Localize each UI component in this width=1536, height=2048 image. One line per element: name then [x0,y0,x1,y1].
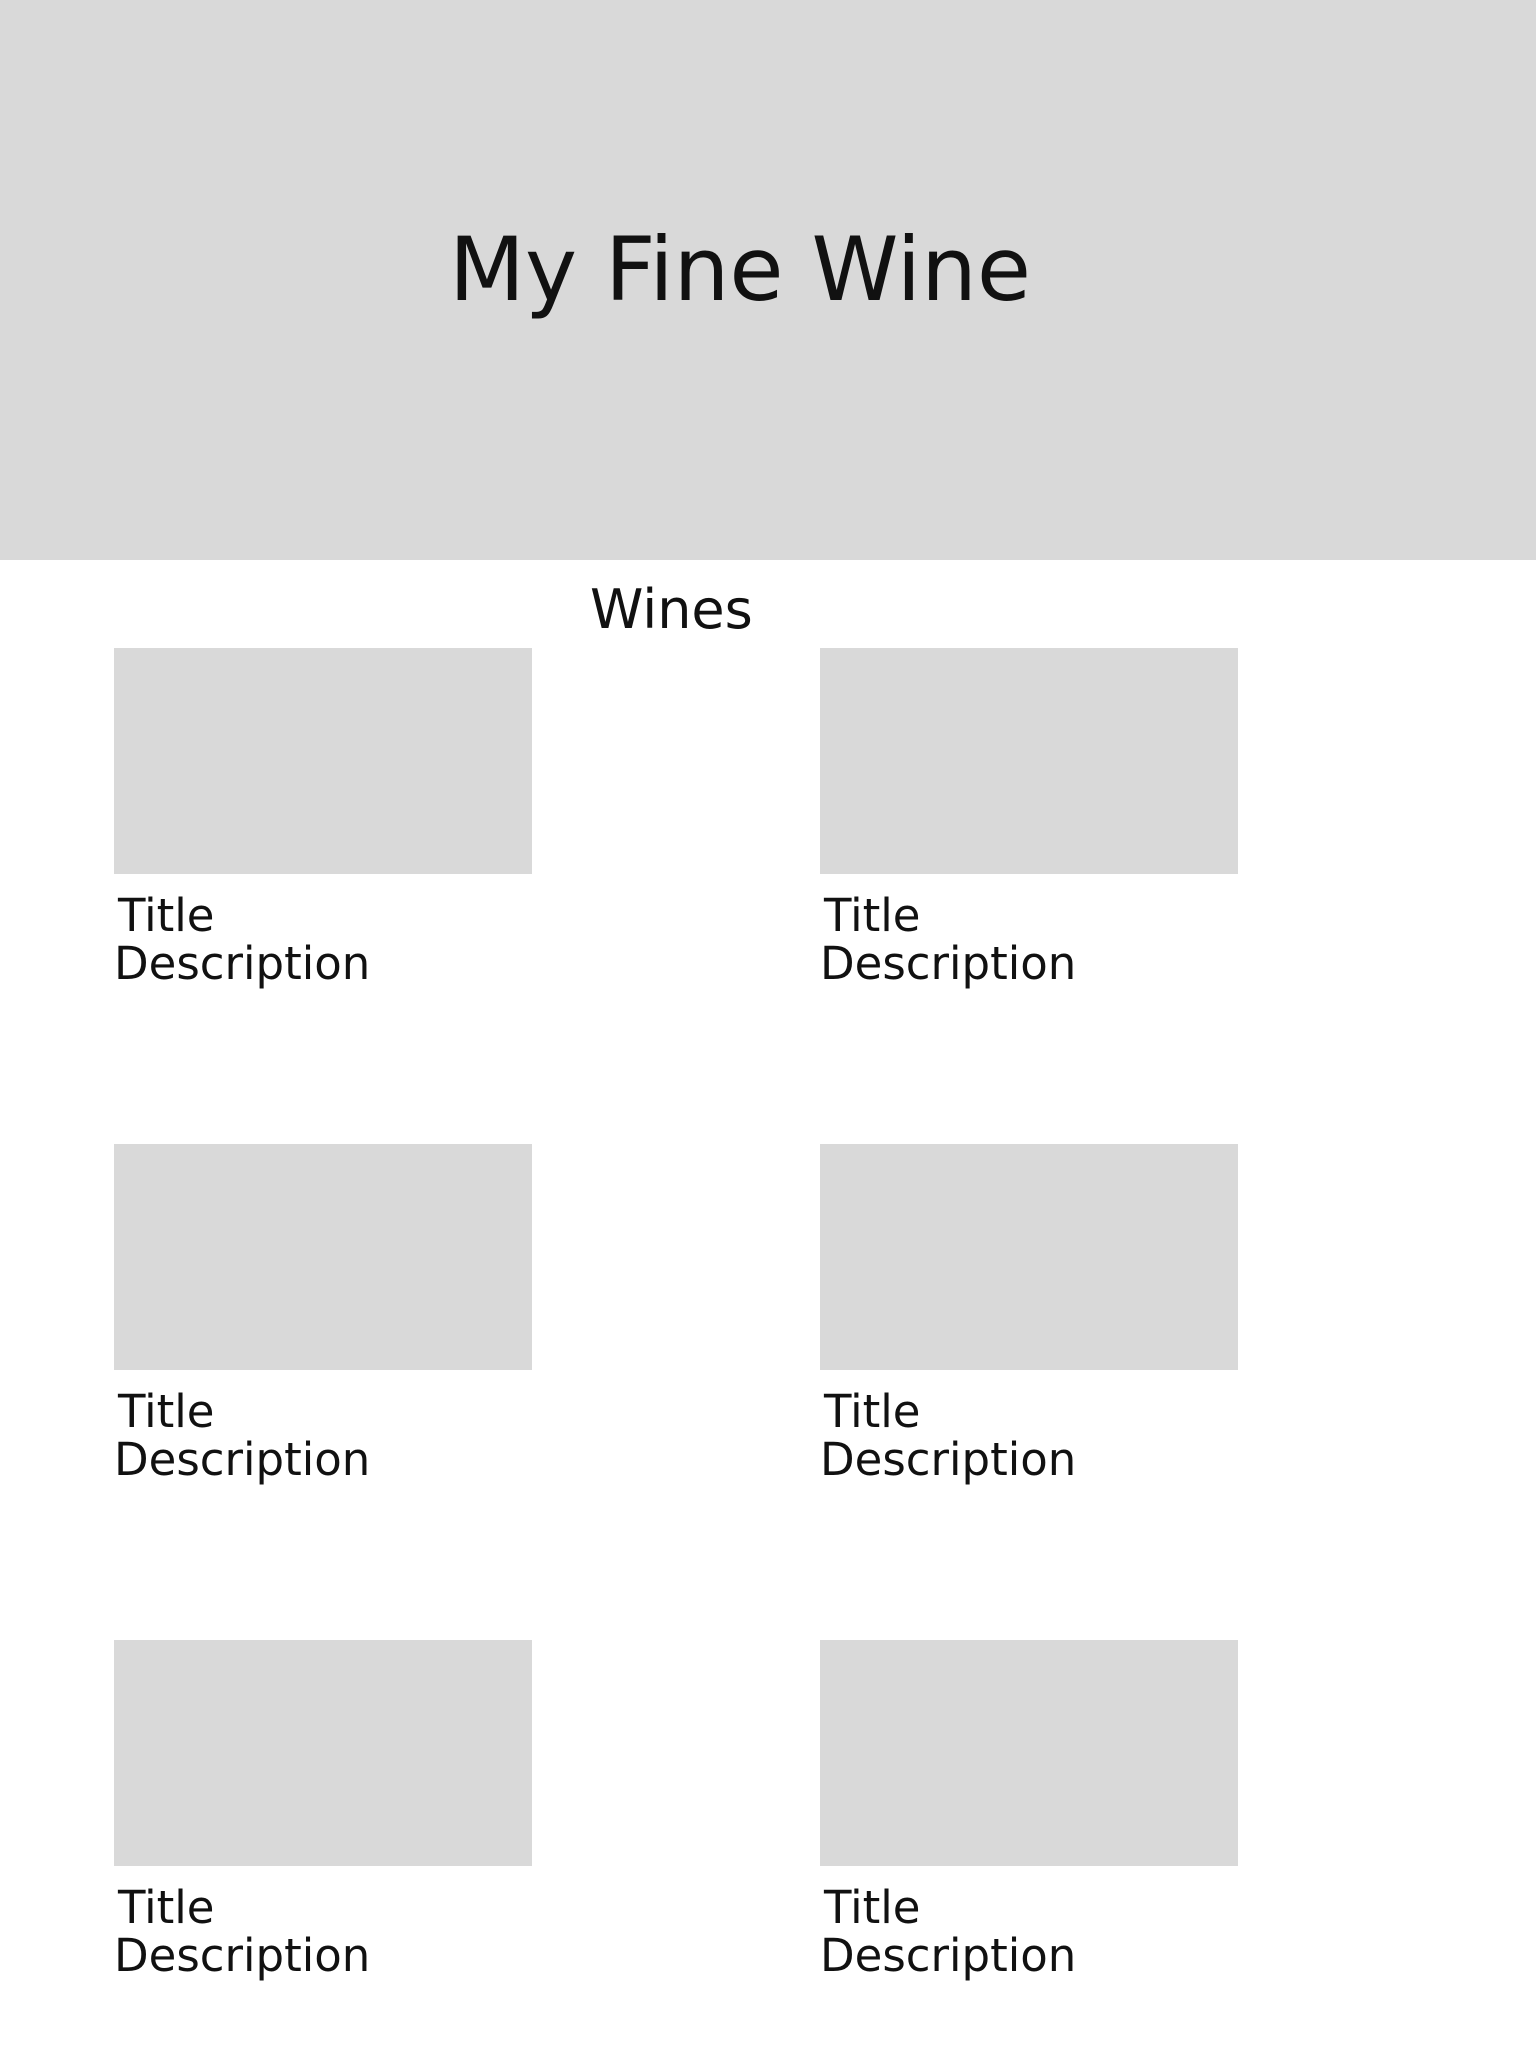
wine-title[interactable]: Title [114,1884,534,1932]
wine-title[interactable]: Title [820,1884,1240,1932]
wine-title[interactable]: Title [114,892,534,940]
wine-image-placeholder[interactable] [114,1640,532,1866]
wine-image-placeholder[interactable] [820,648,1238,874]
wine-image-placeholder[interactable] [820,1144,1238,1370]
wine-image-placeholder[interactable] [114,1144,532,1370]
wine-description: Description [114,1433,371,1486]
wine-title[interactable]: Title [820,1388,1240,1436]
wine-description: Description [820,937,1077,990]
wine-description: Description [820,1433,1077,1486]
wine-title[interactable]: Title [114,1388,534,1436]
wine-card[interactable]: Title Description [114,1640,534,1980]
site-title: My Fine Wine [449,218,1031,321]
wine-card[interactable]: Title Description [114,1144,534,1484]
hero-banner: My Fine Wine [0,0,1536,560]
wine-card[interactable]: Title Description [114,648,534,988]
wine-image-placeholder[interactable] [820,1640,1238,1866]
wine-card[interactable]: Title Description [820,1144,1240,1484]
wines-section-title: Wines [590,578,753,641]
wine-description: Description [114,937,371,990]
wine-card[interactable]: Title Description [820,648,1240,988]
wine-description: Description [114,1929,371,1982]
wine-title[interactable]: Title [820,892,1240,940]
wine-card[interactable]: Title Description [820,1640,1240,1980]
wine-description: Description [820,1929,1077,1982]
wine-image-placeholder[interactable] [114,648,532,874]
